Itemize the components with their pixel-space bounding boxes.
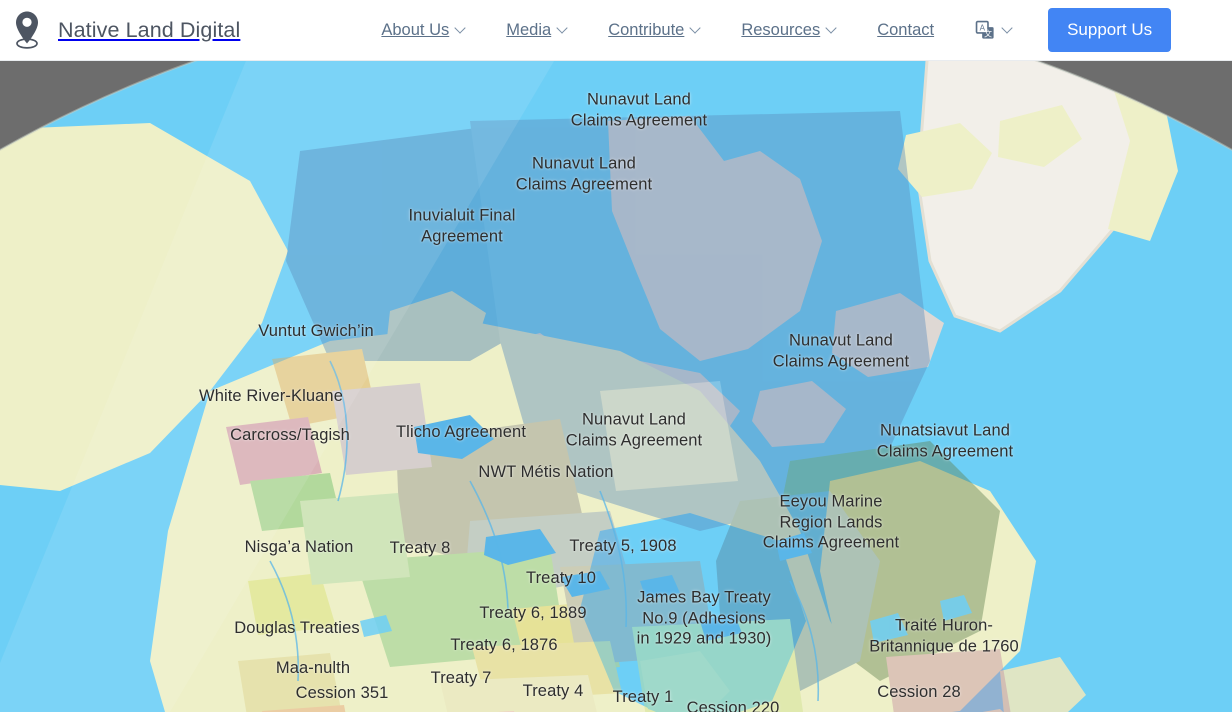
main-navigation: About Us Media Contribute Resources Cont…	[381, 15, 1048, 46]
nav-contact[interactable]: Contact	[877, 15, 934, 46]
language-selector[interactable]: A 文	[975, 20, 1012, 41]
nav-contribute[interactable]: Contribute	[608, 15, 700, 46]
chevron-down-icon	[456, 24, 465, 33]
translate-icon: A 文	[975, 20, 994, 39]
nav-contact-label: Contact	[877, 20, 935, 39]
chevron-down-icon	[1003, 24, 1012, 33]
map-pin-icon	[16, 11, 38, 49]
svg-text:文: 文	[984, 28, 992, 38]
chevron-down-icon	[827, 24, 836, 33]
nav-media-label: Media	[506, 20, 552, 39]
nav-about-us-label: About Us	[381, 20, 450, 39]
brand-title: Native Land Digital	[58, 17, 241, 42]
map-canvas[interactable]	[0, 61, 1232, 712]
support-us-button[interactable]: Support Us	[1048, 8, 1172, 52]
site-header: Native Land Digital About Us Media Contr…	[0, 0, 1232, 61]
nav-contribute-label: Contribute	[608, 20, 685, 39]
nav-resources[interactable]: Resources	[741, 15, 836, 46]
nav-media[interactable]: Media	[506, 15, 567, 46]
nav-resources-label: Resources	[741, 20, 821, 39]
nav-about-us[interactable]: About Us	[381, 15, 465, 46]
interactive-map[interactable]: Nunavut Land Claims Agreement Nunavut Lan…	[0, 61, 1232, 712]
chevron-down-icon	[691, 24, 700, 33]
chevron-down-icon	[558, 24, 567, 33]
brand-logo-link[interactable]: Native Land Digital	[10, 9, 240, 51]
